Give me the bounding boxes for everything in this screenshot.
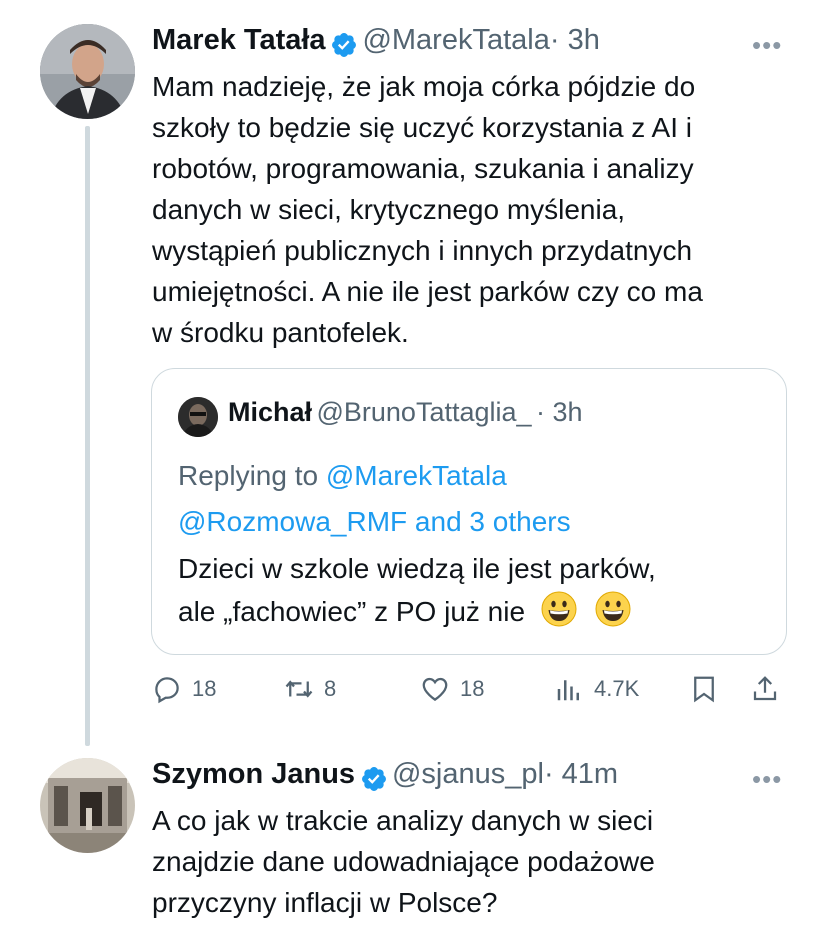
avatar-photo-michal	[178, 397, 218, 437]
timestamp[interactable]: · 3h	[550, 24, 600, 56]
tweet-text-line: robotów, programowania, szukania i anali…	[152, 153, 694, 184]
author-name[interactable]: Marek Tatała	[152, 24, 326, 56]
tweet-text-line: przyczyny inflacji w Polsce?	[152, 887, 498, 918]
retweet-button[interactable]: 8	[284, 674, 336, 704]
reply-count: 18	[192, 676, 217, 701]
quoted-timestamp: · 3h	[535, 397, 583, 427]
replying-to: Replying to @MarekTatala @Rozmowa_RMF an…	[178, 453, 571, 545]
tweet-header: Marek Tatała @MarekTatala· 3h	[152, 24, 600, 59]
bookmark-button[interactable]	[689, 674, 719, 704]
avatar-photo-szymon	[40, 758, 135, 853]
grinning-face-icon	[595, 591, 631, 627]
tweet-text-line: znajdzie dane udowadniające podażowe	[152, 846, 655, 877]
tweet-text-line: wystąpień publicznych i innych przydatny…	[152, 235, 693, 266]
reply-button[interactable]: 18	[152, 674, 216, 704]
quoted-tweet[interactable]: Michał @BrunoTattaglia_ · 3h Replying to…	[151, 368, 787, 655]
replying-to-others[interactable]: and 3 others	[407, 506, 571, 537]
tweet-text-line: A co jak w trakcie analizy danych w siec…	[152, 805, 654, 836]
author-handle[interactable]: @sjanus_pl	[392, 758, 544, 790]
quoted-avatar	[178, 397, 218, 437]
replying-to-user[interactable]: @MarekTatala	[326, 460, 507, 491]
replying-to-user[interactable]: @Rozmowa_RMF	[178, 506, 407, 537]
share-button[interactable]	[750, 674, 780, 704]
avatar[interactable]	[40, 758, 135, 853]
author-name[interactable]: Szymon Janus	[152, 758, 355, 790]
tweet-text-line: danych w sieci, krytycznego myślenia,	[152, 194, 626, 225]
author-handle[interactable]: @MarekTatala	[362, 24, 549, 56]
tweet-text-line: w środku pantofelek.	[152, 317, 409, 348]
reply-icon	[155, 677, 179, 704]
avatar-photo-marek	[40, 24, 135, 119]
quoted-author-handle: @BrunoTattaglia_	[316, 397, 532, 427]
views-button[interactable]: 4.7K	[554, 674, 639, 704]
bookmark-icon	[694, 676, 714, 703]
more-options-icon[interactable]: •••	[752, 30, 782, 61]
tweet-text-line: szkoły to będzie się uczyć korzystania z…	[152, 112, 692, 143]
quoted-text: Dzieci w szkole wiedzą ile jest parków, …	[178, 547, 656, 633]
share-icon	[753, 676, 777, 701]
like-button[interactable]: 18	[420, 674, 484, 704]
tweet-text: A co jak w trakcie analizy danych w siec…	[152, 800, 655, 923]
avatar[interactable]	[40, 24, 135, 119]
tweet-header: Szymon Janus @sjanus_pl· 41m	[152, 758, 618, 793]
tweet-text-line: umiejętności. A nie ile jest parków czy …	[152, 276, 703, 307]
quoted-author-name: Michał	[228, 397, 313, 427]
tweet-text: Mam nadzieję, że jak moja córka pójdzie …	[152, 66, 703, 353]
quoted-header: Michał @BrunoTattaglia_ · 3h	[228, 397, 583, 428]
tweet-text-line: Mam nadzieję, że jak moja córka pójdzie …	[152, 71, 696, 102]
quoted-text-line: ale „fachowiec” z PO już nie	[178, 596, 526, 627]
like-count: 18	[460, 676, 485, 701]
verified-badge-icon	[361, 766, 386, 791]
views-count: 4.7K	[594, 676, 640, 701]
views-chart-icon	[557, 680, 579, 701]
thread-line	[85, 126, 90, 746]
heart-icon	[422, 677, 448, 701]
more-options-icon[interactable]: •••	[752, 764, 782, 795]
replying-to-label: Replying to	[178, 460, 326, 491]
retweet-icon	[285, 680, 313, 698]
grinning-face-icon	[541, 591, 577, 627]
retweet-count: 8	[324, 676, 337, 701]
verified-badge-icon	[332, 32, 356, 57]
timestamp[interactable]: · 41m	[544, 758, 618, 790]
quoted-text-line: Dzieci w szkole wiedzą ile jest parków,	[178, 553, 656, 584]
